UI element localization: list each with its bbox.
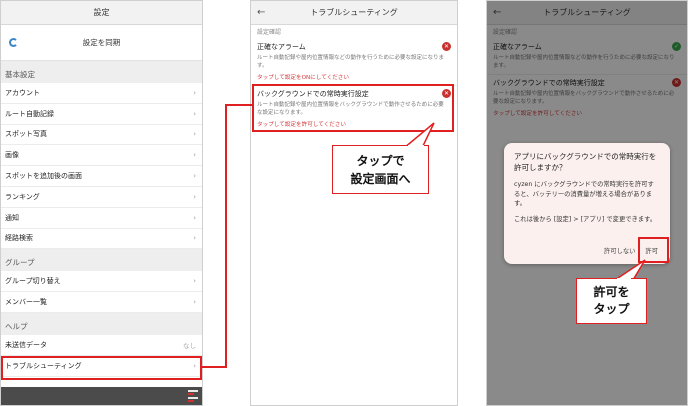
check-item-title: 正確なアラーム (257, 43, 306, 51)
item-label: 未送信データ (5, 340, 47, 349)
settings-item-group-switch[interactable]: グループ切り替え › (1, 271, 202, 293)
connector-line (225, 104, 252, 106)
section-header-help: ヘルプ (1, 312, 202, 335)
section-header-group: グループ (1, 249, 202, 272)
chevron-right-icon: › (193, 213, 196, 222)
chevron-right-icon: › (193, 277, 196, 286)
settings-item-account[interactable]: アカウント › (1, 83, 202, 104)
settings-item-notification[interactable]: 通知 › (1, 208, 202, 229)
item-label: 画像 (5, 151, 19, 160)
permission-dialog-screen: ← トラブルシューティング 設定確認 正確なアラーム ルート自動記録や屋内位置情… (486, 0, 688, 406)
settings-item-route-record[interactable]: ルート自動記録 › (1, 104, 202, 125)
settings-item-member-list[interactable]: メンバー一覧 › (1, 292, 202, 313)
tutorial-figure: 設定 設定を同期 基本設定 アカウント › ルート自動記録 › スポット写真 › 画像… (0, 0, 688, 406)
settings-item-unsent-data[interactable]: 未送信データ なし (1, 335, 202, 356)
item-label: 通知 (5, 213, 19, 222)
item-label: アカウント (5, 88, 40, 97)
settings-item-spot-photo[interactable]: スポット写真 › (1, 125, 202, 146)
settings-screen: 設定 設定を同期 基本設定 アカウント › ルート自動記録 › スポット写真 › 画像… (0, 0, 203, 406)
check-item-link: タップして設定をONにしてください (257, 75, 349, 81)
settings-item-ranking[interactable]: ランキング › (1, 187, 202, 208)
check-item-desc: ルート自動記録や屋内位置情報などの動作を行うために必要な設定になります。 (257, 55, 445, 69)
x-circle-icon: ✕ (442, 42, 451, 51)
item-label: スポットを追加後の画面 (5, 172, 82, 181)
chevron-right-icon: › (193, 234, 196, 243)
chevron-right-icon: › (193, 130, 196, 139)
chevron-right-icon: › (193, 151, 196, 160)
section-header-basic: 基本設定 (1, 61, 202, 83)
sync-settings-button[interactable]: 設定を同期 (1, 25, 202, 61)
troubleshooting-title: トラブルシューティング (310, 8, 398, 17)
settings-item-image[interactable]: 画像 › (1, 145, 202, 167)
deny-button[interactable]: 許可しない (604, 246, 635, 255)
app-logo-icon (188, 390, 198, 402)
connector-line (225, 104, 227, 368)
chevron-right-icon: › (193, 109, 196, 118)
callout-line: タップで (356, 154, 405, 168)
callout-pointer-cover (617, 278, 631, 280)
chevron-right-icon: › (193, 298, 196, 307)
unsent-value: なし (183, 341, 196, 350)
settings-title: 設定 (1, 1, 202, 25)
item-label: スポット写真 (5, 130, 47, 139)
callout-line: 設定画面へ (350, 172, 411, 186)
chevron-right-icon: › (193, 192, 196, 201)
chevron-right-icon: › (193, 88, 196, 97)
item-label: ルート自動記録 (5, 109, 54, 118)
item-label: グループ切り替え (5, 277, 61, 286)
dialog-title: アプリにバックグラウンドでの常時実行を許可しますか？ (514, 152, 657, 172)
item-label: ランキング (5, 192, 40, 201)
section-label: 設定確認 (257, 29, 282, 36)
settings-item-route-search[interactable]: 経路検索 › (1, 229, 202, 250)
item-label: メンバー一覧 (5, 298, 47, 307)
sync-icon (9, 38, 18, 47)
settings-item-after-spot[interactable]: スポットを追加後の画面 › (1, 166, 202, 187)
dialog-body-1: cyzen にバックグラウンドでの常時実行を許可すると、バッテリーの消費量が増え… (514, 181, 654, 207)
callout-tap-to-settings: タップで 設定画面へ (332, 145, 429, 194)
highlight-troubleshooting-row (1, 356, 202, 380)
connector-line (202, 366, 226, 368)
sync-label: 設定を同期 (82, 38, 121, 47)
back-arrow-icon[interactable]: ← (257, 1, 265, 25)
item-label: 経路検索 (5, 234, 33, 243)
troubleshooting-screen: ← トラブルシューティング 設定確認 正確なアラーム ルート自動記録や屋内位置情… (250, 0, 458, 406)
callout-tap-allow: 許可を タップ (576, 278, 647, 324)
check-item-exact-alarm[interactable]: 正確なアラーム ルート自動記録や屋内位置情報などの動作を行うために必要な設定にな… (251, 39, 457, 86)
callout-line: 許可を (593, 285, 630, 299)
dialog-body-2: これは後から [設定] > [アプリ] で変更できます。 (514, 215, 657, 223)
callout-pointer-cover (408, 145, 424, 147)
navigation-bar (1, 387, 202, 405)
troubleshooting-header: ← トラブルシューティング (251, 1, 457, 25)
chevron-right-icon: › (193, 172, 196, 181)
callout-line: タップ (593, 302, 630, 316)
